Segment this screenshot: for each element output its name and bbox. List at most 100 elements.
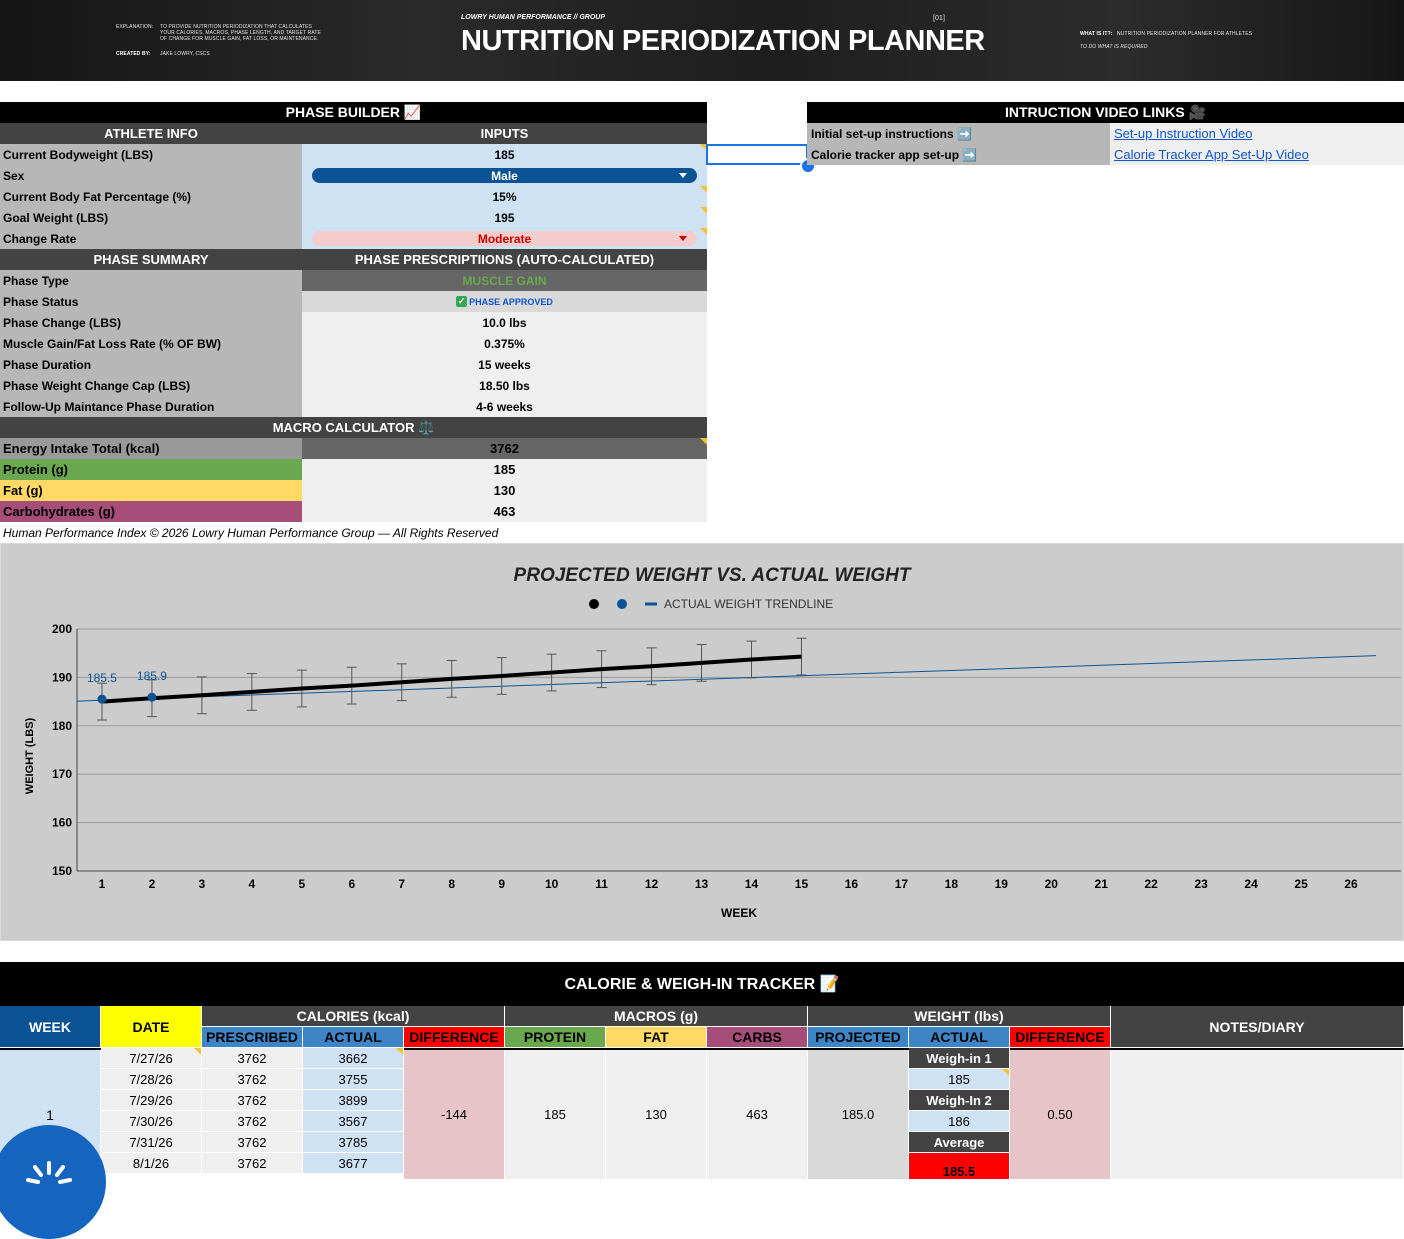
weigh-in-2-label: Weigh-In 2	[909, 1090, 1010, 1111]
comment-marker[interactable]	[700, 207, 707, 214]
x-tick-label: 12	[645, 877, 659, 891]
day-prescribed: 3762	[202, 1132, 303, 1153]
what-text: NUTRITION PERIODIZATION PLANNER FOR ATHL…	[1117, 31, 1253, 37]
x-tick-label: 26	[1344, 877, 1358, 891]
day-prescribed: 3762	[202, 1153, 303, 1174]
day-date[interactable]: 8/1/26	[101, 1153, 202, 1174]
legend-marker-actual	[617, 599, 627, 609]
tracker-title: CALORIE & WEIGH-IN TRACKER 📝	[0, 962, 1404, 1006]
legend-marker-projected	[589, 599, 599, 609]
maintenance-value: 4-6 weeks	[302, 396, 707, 417]
day-date[interactable]: 7/27/26	[101, 1048, 202, 1069]
comment-marker[interactable]	[1002, 1069, 1009, 1076]
x-tick-label: 17	[895, 877, 909, 891]
selected-cell[interactable]	[706, 144, 808, 165]
average-value: 185.5	[909, 1153, 1010, 1180]
change-rate-label: Change Rate	[0, 228, 302, 249]
x-tick-label: 11	[595, 877, 608, 891]
y-tick-label: 150	[52, 864, 72, 878]
weigh-in-1-input[interactable]: 185	[909, 1069, 1010, 1090]
x-tick-label: 2	[149, 877, 156, 891]
tracker-setup-label: Calorie tracker app set-up ➡️	[807, 144, 1110, 165]
weight-chart[interactable]: PROJECTED WEIGHT VS. ACTUAL WEIGHT ACTUA…	[0, 543, 1404, 941]
carbs-subheader: CARBS	[707, 1027, 808, 1048]
bodyfat-input[interactable]: 15%	[302, 186, 707, 207]
day-actual[interactable]: 3662	[303, 1048, 404, 1069]
comment-marker[interactable]	[194, 1048, 201, 1055]
phase-builder-title: PHASE BUILDER 📈	[0, 102, 707, 123]
day-actual[interactable]: 3567	[303, 1111, 404, 1132]
y-tick-label: 160	[52, 816, 72, 830]
day-date[interactable]: 7/30/26	[101, 1111, 202, 1132]
x-tick-label: 20	[1045, 877, 1059, 891]
x-tick-label: 14	[745, 877, 759, 891]
day-actual[interactable]: 3899	[303, 1090, 404, 1111]
day-prescribed: 3762	[202, 1048, 303, 1069]
fat-label: Fat (g)	[0, 480, 302, 501]
x-tick-label: 21	[1095, 877, 1109, 891]
day-actual[interactable]: 3785	[303, 1132, 404, 1153]
macros-header: MACROS (g)	[505, 1006, 808, 1027]
chevron-down-icon	[679, 173, 687, 178]
x-tick-label: 4	[249, 877, 256, 891]
x-tick-label: 15	[795, 877, 809, 891]
energy-label: Energy Intake Total (kcal)	[0, 438, 302, 459]
day-date[interactable]: 7/28/26	[101, 1069, 202, 1090]
day-actual[interactable]: 3755	[303, 1069, 404, 1090]
phase-prescriptions-header: PHASE PRESCRIPTIIONS (AUTO-CALCULATED)	[302, 249, 707, 270]
comment-marker[interactable]	[700, 438, 707, 445]
day-actual[interactable]: 3677	[303, 1153, 404, 1174]
change-rate-dropdown[interactable]: Moderate	[312, 231, 697, 246]
date-header: DATE	[101, 1006, 202, 1048]
rate-label: Muscle Gain/Fat Loss Rate (% OF BW)	[0, 333, 302, 354]
day-date[interactable]: 7/31/26	[101, 1132, 202, 1153]
x-tick-label: 13	[695, 877, 709, 891]
sun-icon	[26, 1161, 72, 1184]
chart-svg: PROJECTED WEIGHT VS. ACTUAL WEIGHT ACTUA…	[24, 565, 1401, 920]
weigh-in-2-input[interactable]: 186	[909, 1111, 1010, 1132]
y-tick-label: 190	[52, 670, 72, 684]
data-label: 185.5	[87, 671, 117, 685]
setup-video-link[interactable]: Set-up Instruction Video	[1114, 126, 1253, 141]
legend-label-trendline: ACTUAL WEIGHT TRENDLINE	[664, 597, 833, 611]
x-tick-label: 7	[398, 877, 405, 891]
bodyweight-label: Current Bodyweight (LBS)	[0, 144, 302, 165]
created-label: CREATED BY:	[116, 51, 151, 57]
tagline: TO DO WHAT IS REQUIRED	[1080, 44, 1148, 50]
difference-subheader: DIFFERENCE	[404, 1027, 505, 1048]
bodyweight-input[interactable]: 185	[302, 144, 707, 165]
copyright-footer: Human Performance Index © 2026 Lowry Hum…	[3, 526, 499, 540]
macro-calculator-title: MACRO CALCULATOR ⚖️	[0, 417, 707, 438]
maintenance-label: Follow-Up Maintance Phase Duration	[0, 396, 302, 417]
notes-cell[interactable]	[1111, 1050, 1404, 1180]
x-axis-label: WEEK	[721, 906, 757, 920]
weight-header: WEIGHT (lbs)	[808, 1006, 1111, 1027]
goal-weight-input[interactable]: 195	[302, 207, 707, 228]
x-tick-label: 10	[545, 877, 559, 891]
floating-help-button[interactable]	[0, 1125, 106, 1239]
y-axis-label: WEIGHT (LBS)	[24, 717, 36, 794]
fat-total: 130	[606, 1050, 707, 1180]
tracker-video-link[interactable]: Calorie Tracker App Set-Up Video	[1114, 147, 1309, 162]
day-date[interactable]: 7/29/26	[101, 1090, 202, 1111]
weight-actual-subheader: ACTUAL	[909, 1027, 1010, 1048]
header-banner: EXPLANATION: TO PROVIDE NUTRITION PERIOD…	[0, 0, 1404, 81]
sex-label: Sex	[0, 165, 302, 186]
comment-marker[interactable]	[700, 228, 707, 235]
x-tick-label: 19	[995, 877, 1009, 891]
x-tick-label: 9	[498, 877, 505, 891]
athlete-info-header: ATHLETE INFO	[0, 123, 302, 144]
x-tick-label: 1	[99, 877, 106, 891]
y-tick-label: 180	[52, 719, 72, 733]
kicker: LOWRY HUMAN PERFORMANCE // GROUP	[461, 14, 606, 21]
sex-dropdown[interactable]: Male	[312, 168, 697, 183]
day-prescribed: 3762	[202, 1090, 303, 1111]
chevron-down-icon	[679, 236, 687, 241]
setup-instructions-label: Initial set-up instructions ➡️	[807, 123, 1110, 144]
comment-marker[interactable]	[396, 1048, 403, 1055]
carbs-label: Carbohydrates (g)	[0, 501, 302, 522]
weight-difference: 0.50	[1010, 1050, 1111, 1180]
x-tick-label: 18	[945, 877, 959, 891]
protein-label: Protein (g)	[0, 459, 302, 480]
comment-marker[interactable]	[700, 186, 707, 193]
